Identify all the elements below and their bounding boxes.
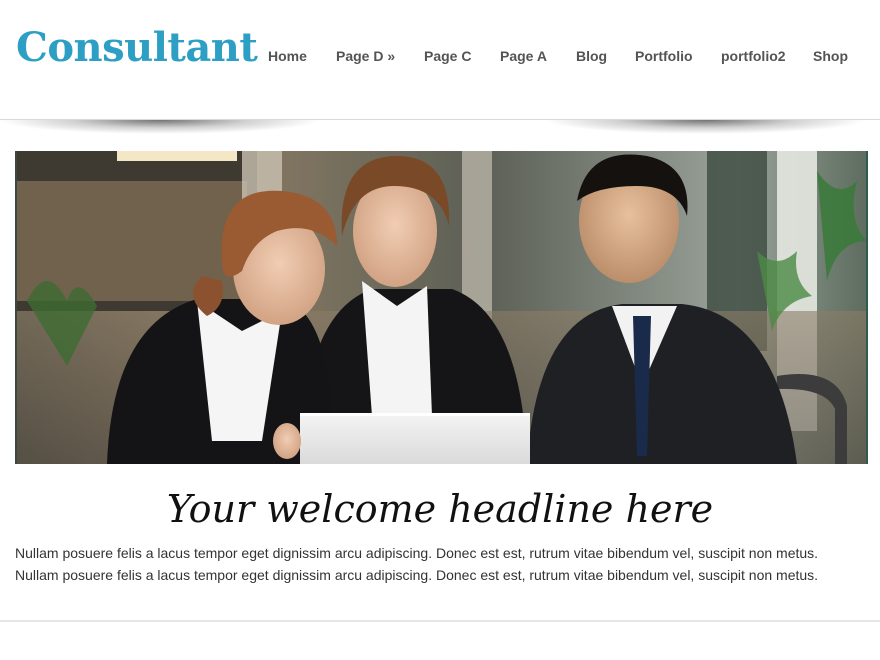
header-shadow-left xyxy=(0,120,320,134)
page: Consultant Home Page D » Page C Page A B… xyxy=(0,0,880,660)
content-divider xyxy=(0,620,880,622)
nav-item-page-a[interactable]: Page A xyxy=(500,44,547,68)
site-logo[interactable]: Consultant xyxy=(16,24,258,72)
nav-item-page-c[interactable]: Page C xyxy=(424,44,471,68)
nav-item-shop[interactable]: Shop xyxy=(813,44,848,68)
hero-photo-illustration xyxy=(17,151,866,464)
hero-image xyxy=(15,151,868,464)
nav-item-page-d[interactable]: Page D » xyxy=(336,44,395,68)
nav-item-portfolio[interactable]: Portfolio xyxy=(635,44,693,68)
site-header: Consultant Home Page D » Page C Page A B… xyxy=(0,0,880,119)
header-shadow-right xyxy=(545,120,865,134)
welcome-headline: Your welcome headline here xyxy=(166,487,714,531)
nav-item-blog[interactable]: Blog xyxy=(576,44,607,68)
nav-item-home[interactable]: Home xyxy=(268,44,307,68)
welcome-body-text: Nullam posuere felis a lacus tempor eget… xyxy=(15,545,819,583)
main-nav: Home Page D » Page C Page A Blog Portfol… xyxy=(254,44,880,68)
nav-item-portfolio2[interactable]: portfolio2 xyxy=(721,44,786,68)
